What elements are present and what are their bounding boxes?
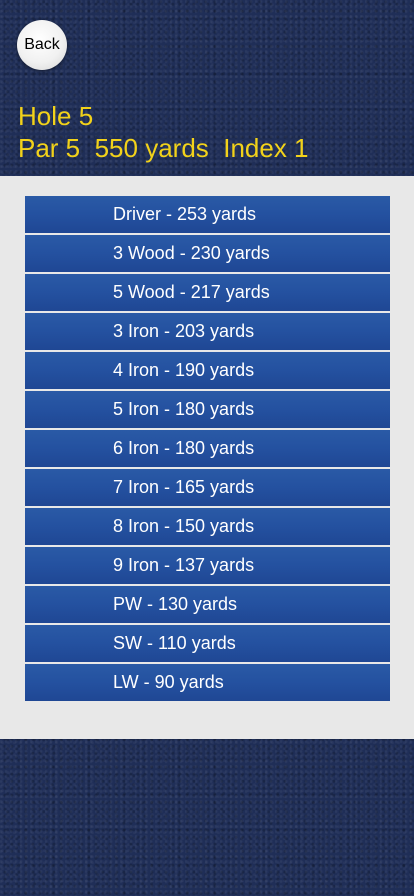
club-item-sw[interactable]: SW - 110 yards xyxy=(25,625,390,662)
club-item-5-iron[interactable]: 5 Iron - 180 yards xyxy=(25,391,390,428)
club-item-driver[interactable]: Driver - 253 yards xyxy=(25,196,390,233)
club-item-9-iron[interactable]: 9 Iron - 137 yards xyxy=(25,547,390,584)
club-item-5-wood[interactable]: 5 Wood - 217 yards xyxy=(25,274,390,311)
club-item-3-iron[interactable]: 3 Iron - 203 yards xyxy=(25,313,390,350)
club-item-8-iron[interactable]: 8 Iron - 150 yards xyxy=(25,508,390,545)
club-item-pw[interactable]: PW - 130 yards xyxy=(25,586,390,623)
club-item-3-wood[interactable]: 3 Wood - 230 yards xyxy=(25,235,390,272)
back-button[interactable]: Back xyxy=(17,20,67,70)
hole-header: Hole 5 Par 5 550 yards Index 1 xyxy=(18,100,309,164)
club-item-7-iron[interactable]: 7 Iron - 165 yards xyxy=(25,469,390,506)
club-list: Driver - 253 yards 3 Wood - 230 yards 5 … xyxy=(25,196,390,701)
club-item-lw[interactable]: LW - 90 yards xyxy=(25,664,390,701)
hole-title: Hole 5 xyxy=(18,101,94,131)
club-item-4-iron[interactable]: 4 Iron - 190 yards xyxy=(25,352,390,389)
back-button-label: Back xyxy=(24,36,60,53)
club-panel: Driver - 253 yards 3 Wood - 230 yards 5 … xyxy=(0,176,414,739)
club-item-6-iron[interactable]: 6 Iron - 180 yards xyxy=(25,430,390,467)
hole-details: Par 5 550 yards Index 1 xyxy=(18,133,309,163)
